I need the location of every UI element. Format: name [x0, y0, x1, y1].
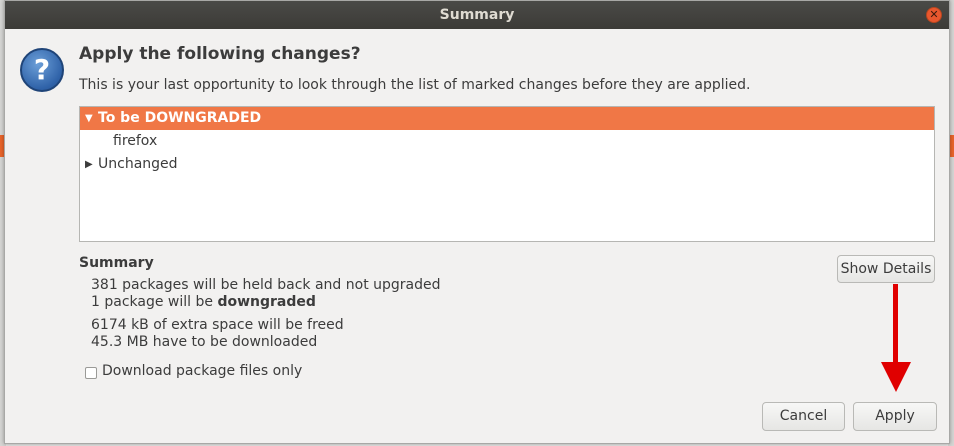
- summary-downgraded-bold: downgraded: [217, 294, 316, 310]
- download-only-label[interactable]: Download package files only: [102, 363, 302, 379]
- summary-dialog: Summary ✕ ? Apply the following changes?…: [4, 0, 950, 444]
- dialog-subtext: This is your last opportunity to look th…: [79, 77, 751, 93]
- dialog-heading: Apply the following changes?: [79, 44, 361, 64]
- expanded-arrow-icon[interactable]: ▼: [85, 107, 93, 130]
- annotation-arrow-shaft: [893, 284, 898, 366]
- tree-item-firefox[interactable]: firefox: [80, 130, 934, 153]
- collapsed-arrow-icon[interactable]: ▶: [85, 153, 93, 176]
- summary-held-back: 381 packages will be held back and not u…: [91, 277, 441, 293]
- summary-downgraded-prefix: 1 package will be: [91, 294, 218, 310]
- tree-group-label: To be DOWNGRADED: [98, 110, 262, 126]
- title-bar: Summary ✕: [5, 1, 949, 29]
- tree-group-unchanged[interactable]: ▶ Unchanged: [80, 153, 934, 176]
- annotation-arrow-head: [881, 362, 911, 392]
- apply-button[interactable]: Apply: [853, 402, 937, 431]
- close-icon: ✕: [929, 8, 939, 21]
- summary-download-size: 45.3 MB have to be downloaded: [91, 334, 318, 350]
- summary-downgraded: 1 package will be downgraded: [91, 294, 316, 310]
- summary-space-freed: 6174 kB of extra space will be freed: [91, 317, 344, 333]
- cancel-button[interactable]: Cancel: [762, 402, 845, 431]
- summary-title: Summary: [79, 255, 154, 271]
- window-title: Summary: [439, 7, 515, 23]
- tree-group-downgraded[interactable]: ▼ To be DOWNGRADED: [80, 107, 934, 130]
- tree-item-label: firefox: [113, 133, 158, 149]
- show-details-button[interactable]: Show Details: [837, 255, 935, 283]
- download-only-checkbox[interactable]: [85, 367, 97, 379]
- question-icon: ?: [20, 48, 64, 92]
- tree-group-label: Unchanged: [98, 156, 178, 172]
- changes-tree: ▼ To be DOWNGRADED firefox ▶ Unchanged: [79, 106, 935, 242]
- close-button[interactable]: ✕: [926, 7, 942, 23]
